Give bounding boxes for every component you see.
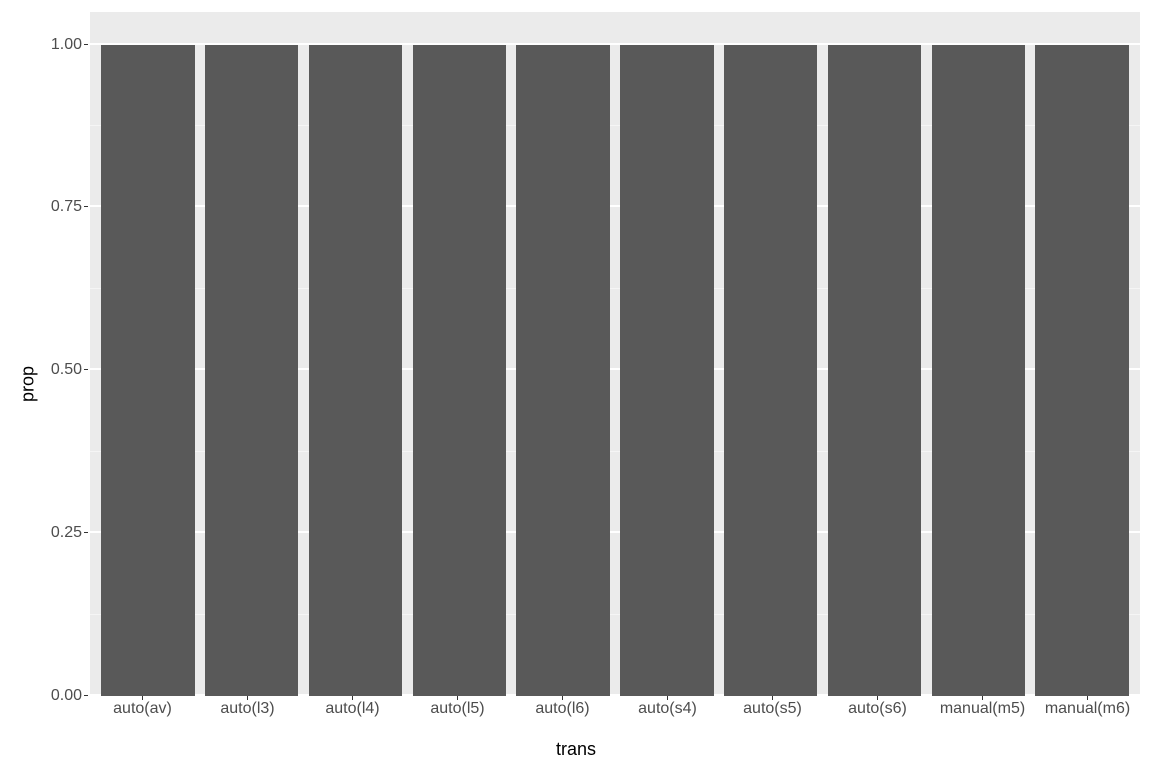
- y-tick-label: 0.00: [51, 687, 82, 705]
- x-tick-label: auto(l5): [405, 700, 510, 730]
- bar: [516, 45, 609, 696]
- bar: [309, 45, 402, 696]
- bar-slot: [200, 12, 304, 696]
- bar-slot: [719, 12, 823, 696]
- x-tick-label: auto(l3): [195, 700, 300, 730]
- y-tick-mark: [84, 532, 88, 533]
- bar-slot: [407, 12, 511, 696]
- x-tick-label: manual(m5): [930, 700, 1035, 730]
- x-tick-label: auto(s6): [825, 700, 930, 730]
- bar: [620, 45, 713, 696]
- bar-slot: [304, 12, 408, 696]
- x-tick-label: auto(av): [90, 700, 195, 730]
- y-tick-label: 0.75: [51, 198, 82, 216]
- bar-slot: [926, 12, 1030, 696]
- bar-slot: [1030, 12, 1134, 696]
- x-tick-label: manual(m6): [1035, 700, 1140, 730]
- y-tick-label: 1.00: [51, 36, 82, 54]
- y-tick-mark: [84, 695, 88, 696]
- x-axis-ticks: auto(av)auto(l3)auto(l4)auto(l5)auto(l6)…: [90, 700, 1140, 730]
- y-tick-mark: [84, 369, 88, 370]
- bar: [932, 45, 1025, 696]
- plot-panel: [90, 12, 1140, 696]
- x-tick-label: auto(l4): [300, 700, 405, 730]
- x-axis-title: trans: [556, 739, 596, 760]
- chart-container: prop trans 0.00 0.25 0.50 0.75 1.00 auto(av)…: [0, 0, 1152, 768]
- y-axis-ticks: 0.000.250.500.751.00: [48, 12, 88, 696]
- y-tick-mark: [84, 206, 88, 207]
- bar-slot: [823, 12, 927, 696]
- y-tick-label: 0.25: [51, 524, 82, 542]
- bar: [413, 45, 506, 696]
- bar: [724, 45, 817, 696]
- y-tick-mark: [84, 44, 88, 45]
- x-tick-label: auto(l6): [510, 700, 615, 730]
- bar: [828, 45, 921, 696]
- bar-slot: [615, 12, 719, 696]
- x-tick-label: auto(s5): [720, 700, 825, 730]
- bars-group: [90, 12, 1140, 696]
- bar-slot: [511, 12, 615, 696]
- y-tick-label: 0.50: [51, 361, 82, 379]
- bar: [205, 45, 298, 696]
- y-axis-title: prop: [18, 366, 39, 402]
- bar-slot: [96, 12, 200, 696]
- bar: [101, 45, 194, 696]
- x-tick-label: auto(s4): [615, 700, 720, 730]
- bar: [1035, 45, 1128, 696]
